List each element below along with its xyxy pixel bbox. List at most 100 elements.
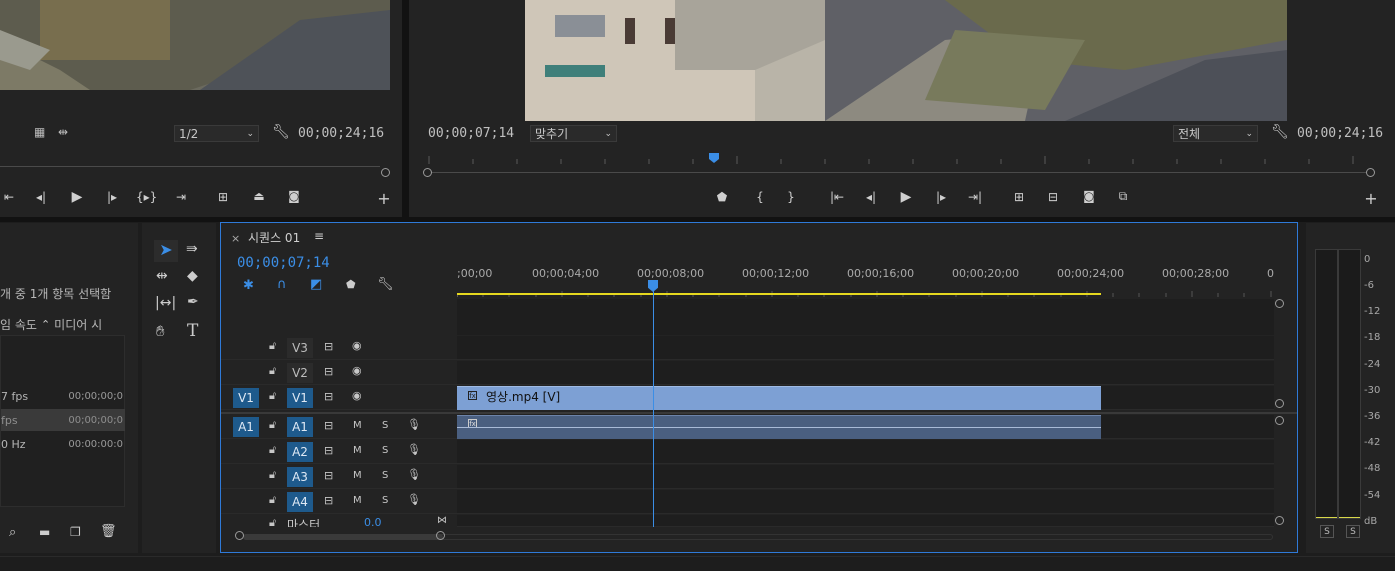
source-patch-v1[interactable]: V1 — [233, 388, 259, 408]
lock-icon[interactable]: 🔓︎ — [269, 516, 276, 527]
play-in-to-out-icon[interactable]: {▸} — [136, 190, 157, 204]
new-item-icon[interactable]: ❐ — [70, 525, 81, 539]
timeline-current-time[interactable]: 00;00;07;14 — [237, 255, 330, 271]
go-to-out-icon[interactable]: ⇥| — [966, 190, 984, 204]
timeline-hscroll-thumb[interactable] — [243, 534, 443, 540]
mark-in-icon[interactable]: { — [751, 190, 769, 204]
track-target-a4[interactable]: A4 — [287, 492, 313, 512]
track-target-v1[interactable]: V1 — [287, 388, 313, 408]
search-icon[interactable]: ⌕ — [9, 525, 16, 540]
close-tab-icon[interactable]: × — [231, 232, 240, 245]
track-target-v2[interactable]: V2 — [287, 363, 313, 383]
insert-icon[interactable]: ⊞ — [214, 190, 232, 204]
audio-vscroll-top[interactable] — [1275, 416, 1284, 425]
marker-icon[interactable]: ⬟ — [713, 190, 731, 204]
extract-icon[interactable]: ⊟ — [1044, 190, 1062, 204]
video-clip[interactable]: fx 영상.mp4 [V] — [457, 386, 1101, 410]
mute-button[interactable]: M — [353, 420, 362, 431]
mute-button[interactable]: M — [353, 445, 362, 456]
sync-lock-icon[interactable]: ⊟ — [324, 390, 333, 403]
track-target-a2[interactable]: A2 — [287, 442, 313, 462]
timeline-vscroll-top[interactable] — [1275, 299, 1284, 308]
solo-button[interactable]: S — [382, 420, 388, 431]
sync-lock-icon[interactable]: ⊟ — [324, 444, 333, 457]
track-lane-a4[interactable] — [457, 490, 1274, 514]
audio-clip[interactable]: fx — [457, 415, 1101, 439]
work-area-bar[interactable] — [457, 293, 1101, 295]
solo-button[interactable]: S — [382, 470, 388, 481]
linked-selection-icon[interactable]: ◩ — [310, 277, 322, 292]
track-target-a1[interactable]: A1 — [287, 417, 313, 437]
go-to-in-icon[interactable]: ⇤ — [0, 190, 18, 204]
program-scroll-track[interactable] — [431, 172, 1366, 173]
column-media-start[interactable]: 미디어 시 — [54, 316, 102, 333]
column-frame-rate[interactable]: 임 속도 — [0, 316, 37, 333]
program-zoom-handle-left[interactable] — [423, 168, 432, 177]
wrench-icon[interactable]: 🔧︎ — [377, 277, 394, 292]
step-back-icon[interactable]: ◂| — [862, 190, 880, 204]
wrench-icon[interactable]: 🔧︎ — [272, 124, 290, 140]
selection-tool-icon[interactable]: ➤ — [154, 240, 178, 262]
export-frames-icon[interactable]: ⇹ — [58, 125, 68, 139]
folder-icon[interactable]: ▬ — [39, 525, 50, 539]
timeline-playhead-line[interactable] — [653, 291, 654, 527]
source-zoom-select[interactable]: 1/2 ⌄ — [174, 125, 259, 142]
ripple-edit-tool-icon[interactable]: ⇹ — [156, 268, 168, 284]
sync-lock-icon[interactable]: ⊟ — [324, 419, 333, 432]
add-marker-icon[interactable]: ⬟ — [346, 278, 356, 291]
timeline-tab-title[interactable]: 시퀀스 01 — [248, 229, 300, 246]
track-select-tool-icon[interactable]: ⇛ — [186, 241, 198, 257]
mute-button[interactable]: M — [353, 495, 362, 506]
play-icon[interactable]: ▶ — [68, 189, 86, 205]
film-icon[interactable]: ▦ — [34, 125, 45, 139]
pen-icon[interactable]: ✒ — [187, 294, 199, 310]
hscroll-handle-left[interactable] — [235, 531, 244, 540]
sync-lock-icon[interactable]: ⊟ — [324, 494, 333, 507]
source-zoom-handle[interactable] — [381, 168, 390, 177]
overwrite-icon[interactable]: ⏏ — [250, 189, 268, 203]
lock-icon[interactable]: 🔓︎ — [269, 364, 276, 378]
list-item[interactable]: 7 fps 00;00;00;0 — [1, 385, 125, 407]
type-icon[interactable]: T — [187, 321, 198, 341]
lock-icon[interactable]: 🔓︎ — [269, 389, 276, 403]
sync-lock-icon[interactable]: ⊟ — [324, 469, 333, 482]
go-to-out-icon[interactable]: ⇥ — [172, 190, 190, 204]
list-item[interactable]: 0 Hz 00:00:00:0 — [1, 433, 125, 455]
nest-icon[interactable]: ✱ — [243, 278, 254, 293]
solo-button[interactable]: S — [382, 445, 388, 456]
camera-icon[interactable]: ◙ — [285, 189, 303, 203]
go-to-in-icon[interactable]: |⇤ — [828, 190, 846, 204]
program-fit-select[interactable]: 맞추기 ⌄ — [530, 125, 617, 142]
master-volume[interactable]: 0.0 — [364, 516, 382, 527]
snap-icon[interactable]: ∩ — [277, 277, 287, 292]
razor-icon[interactable]: ◆ — [187, 268, 198, 284]
comparison-view-icon[interactable]: ⧉ — [1114, 189, 1132, 204]
sync-lock-icon[interactable]: ⊟ — [324, 340, 333, 353]
lock-icon[interactable]: 🔓︎ — [269, 443, 276, 457]
solo-right-button[interactable]: S — [1346, 525, 1360, 538]
slip-tool-icon[interactable]: |↔| — [155, 295, 176, 311]
eye-icon[interactable]: ◉ — [352, 339, 362, 352]
wrench-icon[interactable]: 🔧︎ — [1271, 124, 1289, 140]
go-to-end-icon[interactable]: ⋈ — [437, 515, 447, 526]
mic-icon[interactable]: 🎙︎ — [407, 443, 421, 456]
track-target-a3[interactable]: A3 — [287, 467, 313, 487]
play-icon[interactable]: ▶ — [897, 189, 915, 205]
list-item-selected[interactable]: fps 00;00;00;0 — [1, 409, 125, 431]
eye-icon[interactable]: ◉ — [352, 364, 362, 377]
lift-icon[interactable]: ⊞ — [1010, 190, 1028, 204]
eye-icon[interactable]: ◉ — [352, 389, 362, 402]
lock-icon[interactable]: 🔓︎ — [269, 418, 276, 432]
mic-icon[interactable]: 🎙︎ — [407, 468, 421, 481]
mic-icon[interactable]: 🎙︎ — [407, 418, 421, 431]
lock-icon[interactable]: 🔓︎ — [269, 468, 276, 482]
video-vscroll-handle[interactable] — [1275, 399, 1284, 408]
track-lane-a2[interactable] — [457, 440, 1274, 464]
program-quality-select[interactable]: 전체 ⌄ — [1173, 125, 1258, 142]
camera-icon[interactable]: ◙ — [1080, 189, 1098, 203]
trash-icon[interactable]: 🗑︎ — [100, 524, 117, 539]
step-back-icon[interactable]: ◂| — [32, 190, 50, 204]
sync-lock-icon[interactable]: ⊟ — [324, 365, 333, 378]
hand-icon[interactable]: ✋︎ — [156, 322, 165, 340]
track-lane-master[interactable] — [457, 515, 1274, 527]
